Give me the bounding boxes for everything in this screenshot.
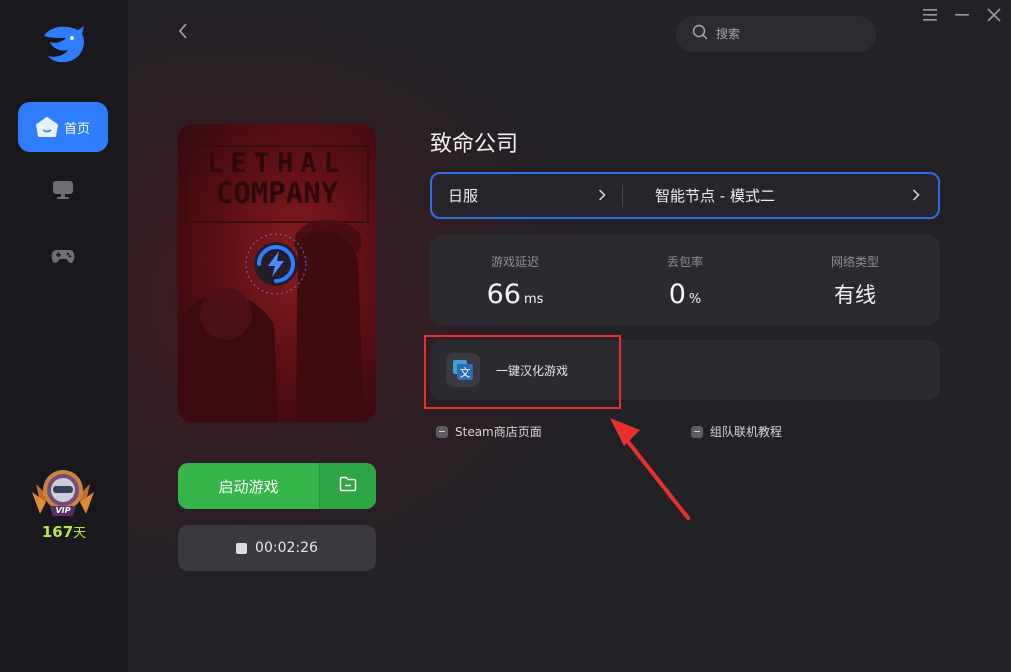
nav-games[interactable] xyxy=(51,249,75,269)
nav-home-label: 首页 xyxy=(63,121,90,137)
translate-game-button[interactable]: 文 一键汉化游戏 xyxy=(430,340,940,400)
steam-store-link[interactable]: Steam商店页面 xyxy=(436,423,542,440)
node-select[interactable]: 智能节点 - 模式二 xyxy=(623,174,938,217)
stat-network-value-group: 有线 xyxy=(770,279,940,309)
translate-icon-char: 文 xyxy=(460,366,471,380)
stat-latency-value-group: 66 ms xyxy=(430,279,600,310)
region-select[interactable]: 日服 xyxy=(432,174,622,217)
menu-icon[interactable] xyxy=(921,6,939,24)
chevron-right-icon xyxy=(912,187,920,205)
accelerate-lightning-icon[interactable] xyxy=(244,232,308,296)
team-tutorial-label: 组队联机教程 xyxy=(710,425,783,439)
monitor-icon xyxy=(52,180,74,204)
chevron-left-icon xyxy=(178,23,188,43)
vip-days-unit: 天 xyxy=(73,526,87,541)
node-label: 智能节点 - 模式二 xyxy=(655,187,775,205)
network-stats: 游戏延迟 66 ms 丢包率 0% 网络类型 有线 xyxy=(430,235,940,325)
folder-icon xyxy=(339,476,357,496)
start-game-button[interactable]: 启动游戏 xyxy=(178,463,376,509)
region-label: 日服 xyxy=(448,187,479,205)
vip-days: 167天 xyxy=(0,522,128,541)
steam-store-label: Steam商店页面 xyxy=(455,425,542,439)
search-box[interactable] xyxy=(676,16,876,52)
elapsed-time: 00:02:26 xyxy=(255,540,318,556)
app-logo-icon[interactable] xyxy=(38,22,90,66)
app-window: 首页 VIP 167天 搜索 LETHAL COMPANY 启动游戏 00:02… xyxy=(0,0,1011,672)
chevron-right-icon xyxy=(598,187,606,205)
open-folder-button[interactable] xyxy=(319,463,376,509)
home-icon xyxy=(35,117,58,137)
annotation-arrow xyxy=(600,412,700,524)
cover-title-line2: COMPANY xyxy=(215,176,339,210)
nav-monitor[interactable] xyxy=(51,180,75,204)
stat-latency-unit: ms xyxy=(523,292,544,307)
stop-timer-button[interactable]: 00:02:26 xyxy=(178,525,376,571)
translate-label: 一键汉化游戏 xyxy=(496,363,569,378)
search-icon xyxy=(692,24,708,44)
route-selector: 日服 智能节点 - 模式二 xyxy=(430,172,940,219)
stat-network: 网络类型 有线 xyxy=(770,235,940,325)
vip-label: VIP xyxy=(55,506,71,515)
team-tutorial-link[interactable]: 组队联机教程 xyxy=(691,423,782,440)
gamepad-icon xyxy=(51,248,75,270)
sidebar: 首页 VIP 167天 xyxy=(0,0,128,672)
stat-latency: 游戏延迟 66 ms xyxy=(430,235,600,325)
stat-network-label: 网络类型 xyxy=(830,255,879,269)
nav-home[interactable]: 首页 xyxy=(18,102,108,152)
stat-loss-unit: % xyxy=(688,292,702,307)
window-controls xyxy=(921,6,1003,24)
stat-loss-value-group: 0% xyxy=(600,279,770,310)
page-icon xyxy=(691,425,703,438)
search-input[interactable] xyxy=(716,27,856,41)
page-icon xyxy=(436,425,448,438)
vip-days-count: 167 xyxy=(41,523,74,541)
stat-loss-label: 丢包率 xyxy=(666,255,703,269)
start-game-label[interactable]: 启动游戏 xyxy=(178,463,319,509)
minimize-icon[interactable] xyxy=(953,6,971,24)
stop-icon xyxy=(236,542,248,554)
game-cover: LETHAL COMPANY xyxy=(178,124,376,422)
game-title: 致命公司 xyxy=(430,132,519,157)
stat-loss-value: 0 xyxy=(668,279,686,310)
stat-latency-label: 游戏延迟 xyxy=(490,255,539,269)
translate-icon: 文 xyxy=(446,353,480,387)
close-icon[interactable] xyxy=(985,6,1003,24)
stat-network-value: 有线 xyxy=(834,283,876,307)
stat-latency-value: 66 xyxy=(486,279,521,310)
stat-loss: 丢包率 0% xyxy=(600,235,770,325)
cover-title: LETHAL COMPANY xyxy=(188,150,366,208)
vip-badge[interactable]: VIP xyxy=(28,466,98,522)
cover-title-line1: LETHAL xyxy=(207,148,347,179)
back-button[interactable] xyxy=(172,22,194,44)
